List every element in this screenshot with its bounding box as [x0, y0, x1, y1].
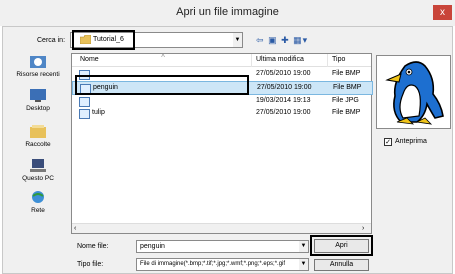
column-divider [251, 54, 252, 67]
column-name[interactable]: Nome [80, 56, 99, 63]
file-name-input[interactable]: penguin ▼ [136, 240, 309, 253]
place-network[interactable]: Rete [6, 190, 70, 214]
libraries-icon [30, 125, 46, 138]
folder-icon [80, 35, 91, 44]
file-modified: 27/05/2010 19:00 [257, 84, 312, 91]
file-name-label: Nome file: [77, 243, 109, 250]
close-button[interactable]: x [433, 5, 452, 20]
network-icon [32, 191, 44, 203]
image-file-icon [79, 109, 90, 119]
column-headers: Nome Ultima modifica Tipo ˄ [72, 53, 371, 67]
column-type[interactable]: Tipo [332, 56, 345, 63]
file-type: File BMP [332, 70, 361, 77]
file-list[interactable]: Nome Ultima modifica Tipo ˄ 27/05/2010 1… [71, 53, 373, 234]
image-file-icon [79, 97, 90, 107]
file-type: File JPG [332, 97, 359, 104]
column-divider [327, 54, 328, 67]
open-image-dialog: Apri un file immagine x Cerca in: Tutori… [0, 0, 455, 274]
preview-pane [376, 55, 451, 129]
up-folder-icon[interactable]: ▣ [268, 35, 278, 45]
place-label: Desktop [26, 105, 50, 112]
place-libraries[interactable]: Raccolte [6, 124, 70, 148]
file-type-label: Tipo file: [77, 261, 104, 268]
computer-icon [30, 159, 46, 172]
recent-icon [30, 56, 46, 68]
scroll-left-icon[interactable]: ‹ [74, 225, 76, 232]
place-recent[interactable]: Risorse recenti [6, 54, 70, 78]
look-in-combo[interactable]: Tutorial_6 ▼ [70, 30, 243, 50]
file-modified: 27/05/2010 19:00 [256, 70, 311, 77]
file-name-value: penguin [140, 243, 165, 250]
dialog-title: Apri un file immagine [176, 6, 279, 18]
look-in-value: Tutorial_6 [93, 36, 124, 43]
file-type-value: File di immagine(*.bmp;*.tif;*.jpg;*.wmf… [140, 261, 286, 267]
column-modified[interactable]: Ultima modifica [256, 56, 304, 63]
place-label: Risorse recenti [16, 71, 60, 78]
place-computer[interactable]: Questo PC [6, 158, 70, 182]
sort-arrow-icon: ˄ [161, 53, 166, 60]
file-modified: 27/05/2010 19:00 [256, 109, 311, 116]
preview-checkbox-label: Anteprima [395, 138, 427, 145]
desktop-icon [30, 89, 46, 102]
toolbar: ⇦ ▣ ✚ ▦▾ [256, 35, 308, 46]
file-row[interactable]: tulip 27/05/2010 19:00 File BMP [72, 107, 371, 119]
place-label: Questo PC [22, 175, 54, 182]
file-type-select[interactable]: File di immagine(*.bmp;*.tif;*.jpg;*.wmf… [136, 258, 309, 271]
selected-file-highlight [75, 75, 249, 95]
file-type: File BMP [333, 84, 362, 91]
place-label: Rete [31, 207, 45, 214]
chevron-down-icon[interactable]: ▼ [233, 33, 242, 47]
cancel-button[interactable]: Annulla [314, 259, 369, 271]
penguin-preview-image [385, 61, 444, 125]
place-desktop[interactable]: Desktop [6, 88, 70, 112]
file-modified: 19/03/2014 19:13 [256, 97, 311, 104]
chevron-down-icon[interactable]: ▼ [299, 259, 308, 270]
look-in-label: Cerca in: [37, 37, 66, 44]
new-folder-icon[interactable]: ✚ [281, 35, 290, 45]
chevron-down-icon[interactable]: ▼ [299, 241, 308, 252]
preview-checkbox[interactable]: ✓ [384, 138, 392, 146]
places-bar: Risorse recenti Desktop Raccolte Questo … [6, 50, 70, 230]
open-button[interactable]: Apri [314, 239, 369, 253]
view-menu-icon[interactable]: ▦▾ [293, 35, 308, 45]
place-label: Raccolte [25, 141, 51, 148]
horizontal-scrollbar[interactable]: ‹ › [72, 223, 371, 233]
file-type: File BMP [332, 109, 361, 116]
file-row[interactable]: 19/03/2014 19:13 File JPG [72, 95, 371, 107]
back-icon[interactable]: ⇦ [256, 35, 265, 45]
file-name: tulip [92, 109, 105, 116]
scroll-right-icon[interactable]: › [362, 225, 364, 232]
